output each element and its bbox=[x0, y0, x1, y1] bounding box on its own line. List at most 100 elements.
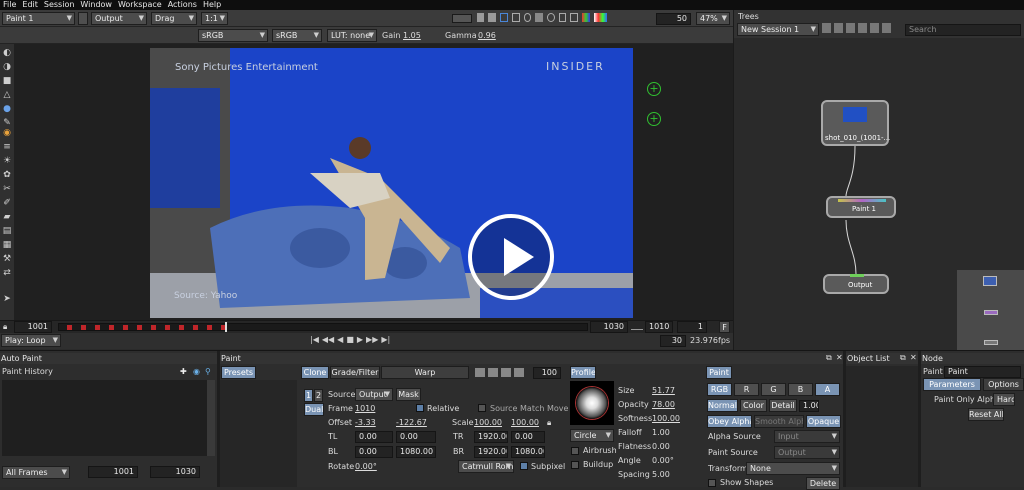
layer-icon[interactable] bbox=[488, 368, 498, 377]
split-view-button[interactable] bbox=[452, 14, 472, 23]
go-start-icon[interactable]: |◀ bbox=[310, 335, 319, 346]
close-icon[interactable]: ✕ bbox=[836, 353, 843, 363]
detach-icon[interactable]: ⧉ bbox=[900, 353, 906, 363]
overlay-icon[interactable] bbox=[535, 13, 543, 22]
play-back-icon[interactable]: ◀ bbox=[337, 335, 343, 346]
paint-settings-tab[interactable]: Paint bbox=[706, 366, 732, 379]
colorspace-out-select[interactable]: sRGB ▼ bbox=[272, 29, 322, 42]
color-wheel-icon[interactable]: ◉ bbox=[2, 128, 12, 138]
transform-select[interactable]: None ▼ bbox=[746, 462, 840, 475]
menu-file[interactable]: File bbox=[3, 0, 16, 10]
brush-icon[interactable]: ✎ bbox=[2, 118, 12, 128]
node-name-field[interactable]: Paint bbox=[944, 366, 1021, 378]
color-channels-icon[interactable] bbox=[582, 13, 590, 22]
timeline-end2-field[interactable]: 1010 bbox=[645, 321, 673, 333]
tab-warp[interactable]: Warp bbox=[381, 366, 469, 379]
brush-softness-value[interactable]: 100.00 bbox=[652, 414, 680, 424]
tab-grade-filter[interactable]: Grade/Filter bbox=[330, 366, 380, 379]
list-icon[interactable] bbox=[834, 23, 843, 33]
arrange-icon[interactable] bbox=[882, 23, 891, 33]
channel-b[interactable]: B bbox=[788, 383, 813, 396]
sun-icon[interactable]: ☀ bbox=[2, 156, 12, 166]
brush-flatness-value[interactable]: 0.00 bbox=[652, 442, 670, 452]
tr-x[interactable]: 1920.00 bbox=[474, 431, 508, 443]
brush-size-value[interactable]: 51.77 bbox=[652, 386, 675, 396]
detach-icon[interactable]: ⧉ bbox=[826, 353, 832, 363]
mode-color[interactable]: Color bbox=[740, 399, 767, 412]
rotate-value[interactable]: 0.00° bbox=[355, 462, 377, 472]
buildup-checkbox[interactable] bbox=[571, 461, 579, 469]
pointer-icon[interactable]: ➤ bbox=[2, 294, 12, 304]
close-icon[interactable]: ✕ bbox=[910, 353, 917, 363]
add-icon[interactable]: ✚ bbox=[180, 367, 187, 377]
contrast-icon[interactable]: ◐ bbox=[2, 48, 12, 58]
tracker-point-icon[interactable]: + bbox=[647, 82, 661, 96]
graph-minimap[interactable] bbox=[957, 270, 1024, 350]
dual-button[interactable]: Dual bbox=[304, 403, 324, 416]
lock-icon[interactable]: 🔒︎ bbox=[3, 322, 7, 332]
search-input[interactable]: Search bbox=[905, 24, 1021, 36]
link-icon[interactable]: ⚲ bbox=[205, 367, 211, 377]
arrows-icon[interactable]: ⇄ bbox=[2, 268, 12, 278]
layer-icon[interactable] bbox=[514, 368, 524, 377]
frames-select[interactable]: All Frames ▼ bbox=[2, 466, 70, 479]
frames-start-field[interactable]: 1001 bbox=[88, 466, 138, 478]
layers-icon[interactable]: ▤ bbox=[2, 226, 12, 236]
tl-x[interactable]: 0.00 bbox=[355, 431, 393, 443]
tab-clone[interactable]: Clone bbox=[301, 366, 329, 379]
gamma-value[interactable]: 0.96 bbox=[478, 31, 496, 41]
triangle-icon[interactable]: △ bbox=[2, 90, 12, 100]
sliders-icon[interactable]: ≡ bbox=[2, 142, 12, 152]
scale-y[interactable]: 100.00 bbox=[511, 418, 539, 428]
frame-value[interactable]: 1010 bbox=[355, 404, 375, 414]
bl-y[interactable]: 1080.00 bbox=[396, 446, 436, 458]
play-mode-select[interactable]: Play: Loop ▼ bbox=[1, 334, 61, 347]
alpha-source-select[interactable]: Input ▼ bbox=[774, 430, 840, 443]
menu-actions[interactable]: Actions bbox=[168, 0, 197, 10]
clone-source-1[interactable]: 1 bbox=[304, 389, 313, 402]
menu-help[interactable]: Help bbox=[203, 0, 221, 10]
menu-window[interactable]: Window bbox=[80, 0, 112, 10]
brush-opacity-value[interactable]: 78.00 bbox=[652, 400, 675, 410]
node-select[interactable]: Paint 1 ▼ bbox=[2, 12, 75, 25]
zoom-ratio-select[interactable]: 1:1 ▼ bbox=[201, 12, 228, 25]
bl-x[interactable]: 0.00 bbox=[355, 446, 393, 458]
delete-button[interactable]: Delete bbox=[806, 477, 840, 490]
channel-a[interactable]: A bbox=[815, 383, 840, 396]
magnify-icon[interactable] bbox=[523, 13, 532, 22]
options-tab[interactable]: Options bbox=[983, 378, 1024, 391]
br-y[interactable]: 1080.00 bbox=[511, 446, 545, 458]
frames-end-field[interactable]: 1030 bbox=[150, 466, 200, 478]
subpixel-checkbox[interactable] bbox=[520, 462, 528, 470]
lock-button[interactable] bbox=[78, 12, 88, 25]
channel-g[interactable]: G bbox=[761, 383, 786, 396]
tr-y[interactable]: 0.00 bbox=[511, 431, 545, 443]
presets-button[interactable]: Presets bbox=[221, 366, 256, 379]
menu-edit[interactable]: Edit bbox=[22, 0, 38, 10]
mode-normal[interactable]: Normal bbox=[707, 399, 738, 412]
timeline-bar[interactable]: 🔒︎ 1001 1030 1010 1 F bbox=[0, 320, 733, 333]
step-fwd-icon[interactable]: ▶▶ bbox=[366, 335, 378, 346]
lock-icon[interactable]: 🔒︎ bbox=[547, 418, 551, 428]
interpolation-select[interactable]: Catmull Rom ▼ bbox=[458, 460, 514, 473]
object-list[interactable] bbox=[846, 366, 918, 487]
eye-icon[interactable]: ◉ bbox=[193, 367, 200, 377]
clone-source-2[interactable]: 2 bbox=[314, 389, 323, 402]
show-shapes-checkbox[interactable] bbox=[708, 479, 716, 487]
timeline-end-field[interactable]: 1030 bbox=[590, 321, 628, 333]
timeline-scrubber[interactable] bbox=[58, 322, 588, 332]
menu-session[interactable]: Session bbox=[44, 0, 75, 10]
view-mode-select[interactable]: Output ▼ bbox=[91, 12, 147, 25]
layer-icon[interactable] bbox=[475, 368, 485, 377]
clone-opacity-field[interactable]: 100 bbox=[533, 367, 561, 379]
colorspace-in-select[interactable]: sRGB ▼ bbox=[198, 29, 268, 42]
fullrange-button[interactable]: F bbox=[719, 321, 730, 333]
reset-all-button[interactable]: Reset All bbox=[968, 408, 1004, 421]
stop-icon[interactable]: ■ bbox=[346, 335, 354, 346]
wrench-icon[interactable]: ⚒ bbox=[2, 254, 12, 264]
session-select[interactable]: New Session 1 ▼ bbox=[737, 23, 819, 36]
eraser-icon[interactable]: ▰ bbox=[2, 212, 12, 222]
half-circle-icon[interactable]: ◑ bbox=[2, 62, 12, 72]
node-graph-canvas[interactable]: shot_010_(1001-... Paint 1 Output bbox=[734, 38, 1024, 350]
layer-icon[interactable] bbox=[501, 368, 511, 377]
